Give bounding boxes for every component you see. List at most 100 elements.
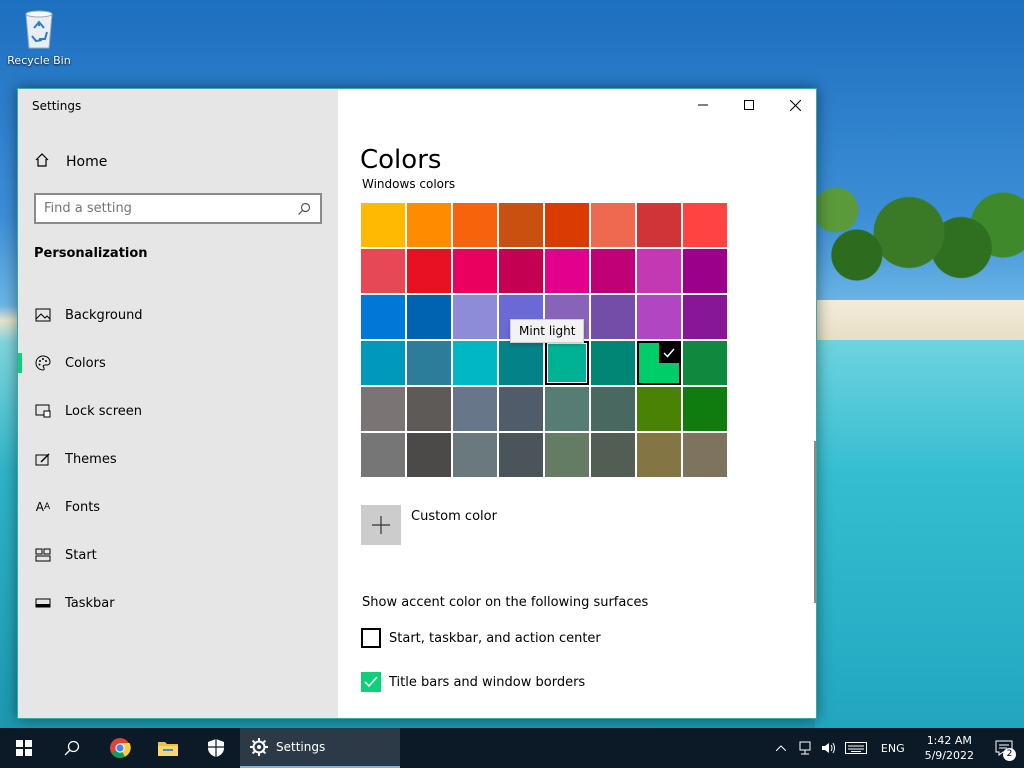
color-swatch[interactable]: [591, 387, 635, 431]
section-title: Personalization: [34, 246, 148, 261]
color-swatch[interactable]: [545, 249, 589, 293]
color-swatch[interactable]: [499, 387, 543, 431]
color-swatch[interactable]: [407, 341, 451, 385]
volume-icon[interactable]: [817, 728, 841, 768]
taskbar-security[interactable]: [192, 728, 240, 768]
color-swatch[interactable]: [637, 433, 681, 477]
taskbar-icon: [34, 594, 52, 612]
nav-item-background[interactable]: Background: [18, 291, 338, 339]
scrollbar[interactable]: [814, 441, 816, 603]
checkbox-box[interactable]: [361, 672, 381, 692]
color-swatch[interactable]: [361, 387, 405, 431]
color-swatch[interactable]: [453, 433, 497, 477]
network-icon[interactable]: [793, 728, 817, 768]
color-swatch[interactable]: [637, 341, 681, 385]
taskbar-search-button[interactable]: [48, 728, 96, 768]
search-input[interactable]: [44, 201, 296, 216]
search-icon[interactable]: [296, 201, 312, 217]
color-swatch[interactable]: [683, 295, 727, 339]
color-swatch[interactable]: [545, 341, 589, 385]
checkbox-box[interactable]: [361, 628, 381, 648]
keyboard-icon[interactable]: [841, 728, 871, 768]
themes-icon: [34, 450, 52, 468]
color-swatch[interactable]: [683, 387, 727, 431]
nav-item-label: Fonts: [65, 499, 101, 515]
color-swatch[interactable]: [637, 249, 681, 293]
close-icon: [789, 99, 801, 111]
taskbar-file-explorer[interactable]: [144, 728, 192, 768]
color-swatch[interactable]: [361, 249, 405, 293]
input-language[interactable]: ENG: [871, 742, 915, 755]
nav-list: Background Colors Lock screen Themes A A…: [18, 291, 338, 627]
action-center-button[interactable]: 2: [984, 728, 1024, 768]
taskbar-settings-app[interactable]: Settings: [240, 728, 400, 768]
color-swatch[interactable]: [361, 203, 405, 247]
color-swatch[interactable]: [591, 203, 635, 247]
color-swatch[interactable]: [499, 433, 543, 477]
color-swatch[interactable]: [499, 203, 543, 247]
minimize-button[interactable]: [680, 89, 726, 121]
clock[interactable]: 1:42 AM 5/9/2022: [915, 733, 984, 763]
color-swatch[interactable]: [407, 249, 451, 293]
color-swatch[interactable]: [407, 433, 451, 477]
color-swatch[interactable]: [591, 433, 635, 477]
color-swatch[interactable]: [361, 341, 405, 385]
color-swatch[interactable]: [361, 295, 405, 339]
color-swatch[interactable]: [407, 295, 451, 339]
nav-item-themes[interactable]: Themes: [18, 435, 338, 483]
color-swatch[interactable]: [453, 341, 497, 385]
nav-item-taskbar[interactable]: Taskbar: [18, 579, 338, 627]
color-swatch[interactable]: [637, 387, 681, 431]
color-swatch[interactable]: [683, 203, 727, 247]
checkmark-icon: [364, 676, 378, 688]
nav-item-lock-screen[interactable]: Lock screen: [18, 387, 338, 435]
search-icon: [64, 740, 80, 756]
color-swatch[interactable]: [545, 433, 589, 477]
custom-color-label: Custom color: [411, 509, 497, 524]
color-swatch[interactable]: [453, 295, 497, 339]
nav-item-start[interactable]: Start: [18, 531, 338, 579]
shield-icon: [208, 739, 224, 757]
recycle-bin-shortcut[interactable]: Recycle Bin: [4, 6, 74, 67]
custom-color-button[interactable]: Custom color: [361, 505, 497, 545]
nav-item-colors[interactable]: Colors: [18, 339, 338, 387]
color-swatch[interactable]: [591, 295, 635, 339]
nav-item-label: Taskbar: [65, 595, 115, 611]
color-swatch[interactable]: [453, 203, 497, 247]
color-swatch[interactable]: [591, 341, 635, 385]
search-box[interactable]: [34, 193, 322, 224]
color-swatch[interactable]: [407, 203, 451, 247]
taskbar-chrome[interactable]: [96, 728, 144, 768]
settings-sidebar: Settings Home Personalization Background: [18, 89, 338, 718]
fonts-icon: AA: [35, 500, 51, 514]
checkbox-start-taskbar[interactable]: Start, taskbar, and action center: [361, 628, 601, 648]
color-swatch[interactable]: [407, 387, 451, 431]
clock-date: 5/9/2022: [924, 749, 974, 762]
minimize-icon: [698, 104, 708, 106]
color-swatch[interactable]: [545, 387, 589, 431]
start-button[interactable]: [0, 728, 48, 768]
nav-home[interactable]: Home: [34, 151, 107, 173]
checkbox-title-bars[interactable]: Title bars and window borders: [361, 672, 585, 692]
color-swatch[interactable]: [499, 341, 543, 385]
color-swatch[interactable]: [361, 433, 405, 477]
color-swatch[interactable]: [591, 249, 635, 293]
wallpaper-beach: [815, 300, 1024, 340]
maximize-button[interactable]: [726, 89, 772, 121]
color-swatch[interactable]: [499, 249, 543, 293]
color-swatch[interactable]: [683, 249, 727, 293]
color-swatch[interactable]: [453, 387, 497, 431]
color-swatch[interactable]: [637, 295, 681, 339]
nav-home-label: Home: [66, 154, 108, 170]
color-swatch[interactable]: [683, 433, 727, 477]
nav-item-fonts[interactable]: AA Fonts: [18, 483, 338, 531]
checkmark-icon: [659, 343, 679, 363]
color-swatch[interactable]: [453, 249, 497, 293]
close-button[interactable]: [772, 89, 818, 121]
chevron-up-icon[interactable]: [769, 728, 793, 768]
color-swatch[interactable]: [683, 341, 727, 385]
swatch-tooltip: Mint light: [510, 319, 585, 343]
recycle-bin-icon: [20, 6, 58, 50]
color-swatch[interactable]: [637, 203, 681, 247]
color-swatch[interactable]: [545, 203, 589, 247]
